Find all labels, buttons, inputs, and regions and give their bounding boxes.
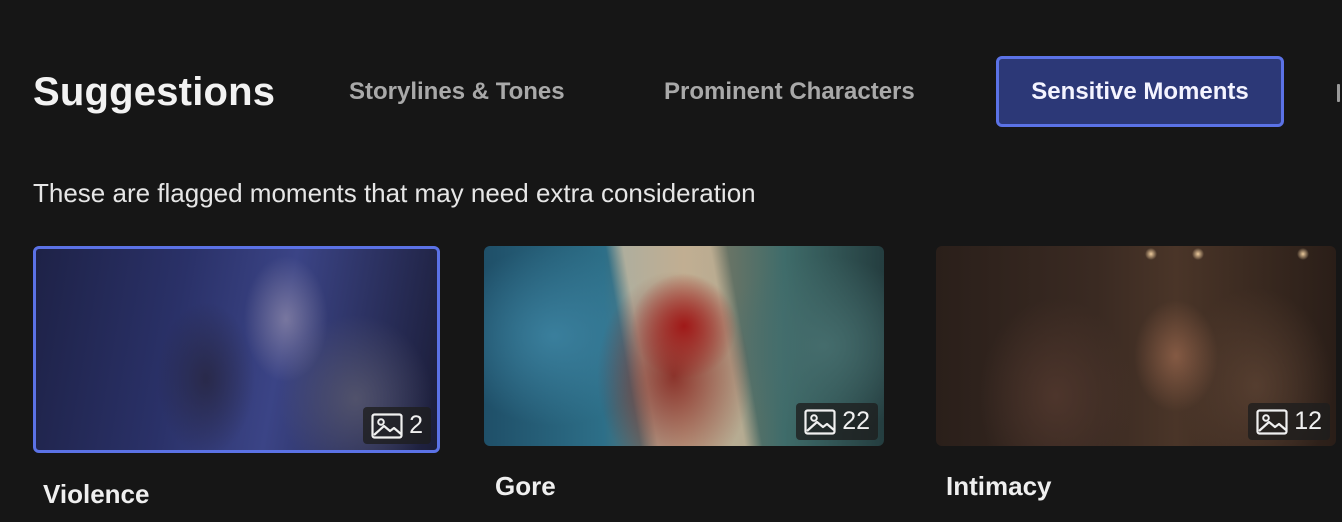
card-label: Gore: [495, 471, 556, 501]
card-thumbnail: 2: [33, 246, 440, 453]
page-title: Suggestions: [33, 70, 276, 114]
tab-sensitive-moments[interactable]: Sensitive Moments: [996, 56, 1284, 127]
image-count-badge: 2: [363, 407, 431, 444]
image-icon: [371, 412, 403, 439]
next-tab-edge: [1337, 84, 1340, 102]
image-icon: [1256, 408, 1288, 435]
card-intimacy[interactable]: 12 Intimacy: [936, 246, 1336, 501]
image-count: 22: [842, 407, 870, 435]
image-count: 12: [1294, 407, 1322, 435]
image-count: 2: [409, 411, 423, 439]
image-count-badge: 22: [796, 403, 878, 440]
image-count-badge: 12: [1248, 403, 1330, 440]
card-thumbnail: 12: [936, 246, 1336, 446]
card-label: Intimacy: [946, 471, 1052, 501]
suggestions-panel: Suggestions Storylines & Tones Prominent…: [0, 0, 1342, 522]
image-icon: [804, 408, 836, 435]
card-violence[interactable]: 2 Violence: [33, 246, 440, 509]
card-label: Violence: [43, 479, 150, 509]
card-gore[interactable]: 22 Gore: [484, 246, 884, 501]
section-description: These are flagged moments that may need …: [33, 178, 756, 208]
tab-prominent-characters[interactable]: Prominent Characters: [664, 56, 915, 127]
card-thumbnail: 22: [484, 246, 884, 446]
tab-storylines-tones[interactable]: Storylines & Tones: [349, 56, 565, 127]
